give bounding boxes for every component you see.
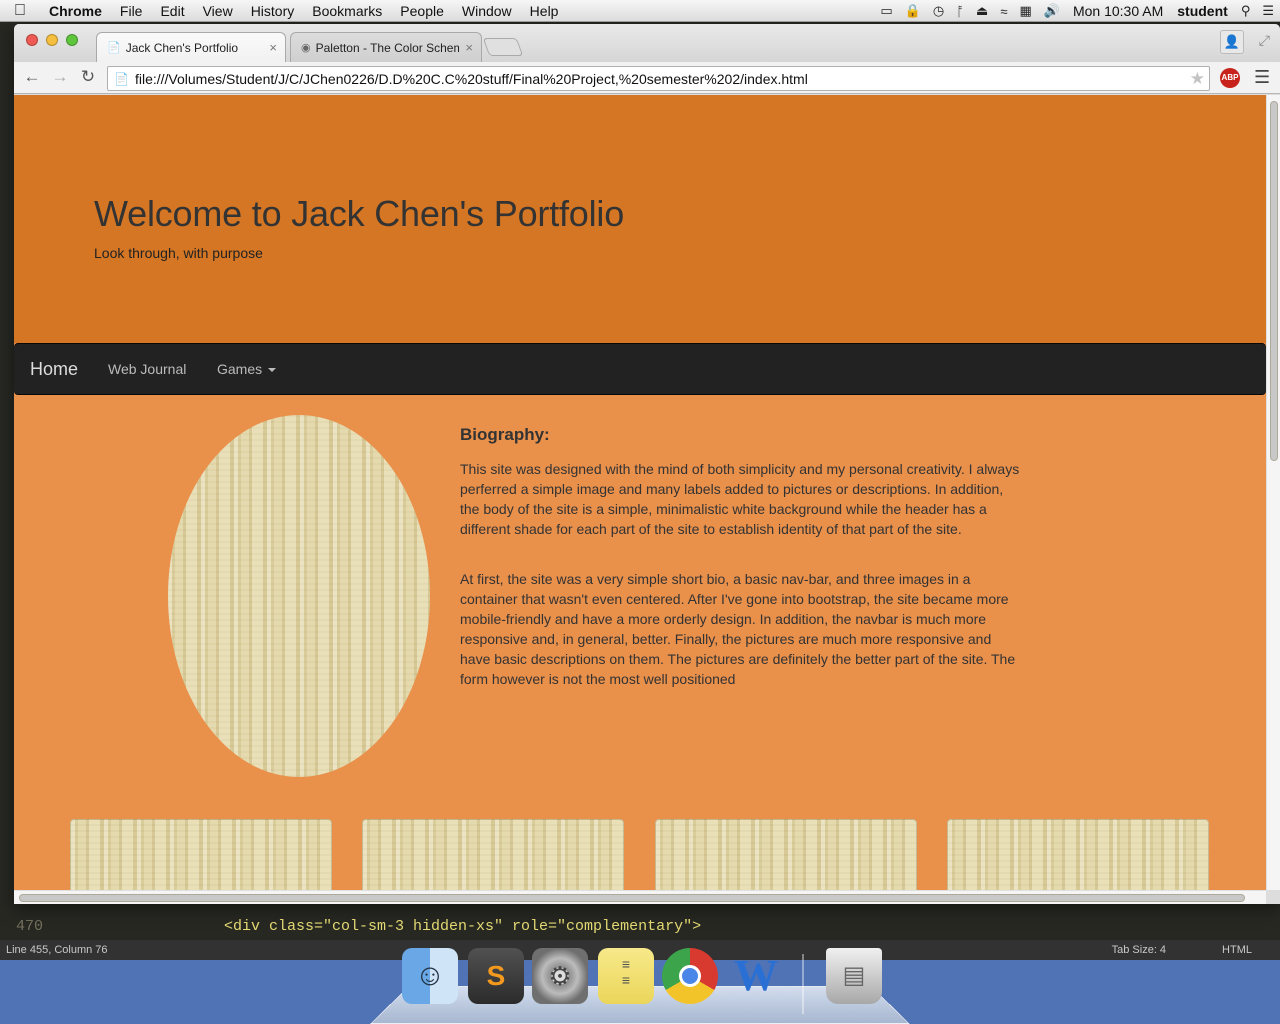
menu-history[interactable]: History: [242, 3, 304, 19]
nav-games-dropdown[interactable]: Games: [217, 361, 277, 377]
zoom-window-button[interactable]: [66, 34, 78, 46]
back-icon[interactable]: ←: [20, 67, 44, 87]
address-bar[interactable]: 📄 file:///Volumes/Student/J/C/JChen0226/…: [107, 66, 1210, 91]
lock-icon[interactable]: 🔒: [899, 3, 927, 19]
menu-view[interactable]: View: [194, 3, 242, 19]
editor-code-line: 470 <div class="col-sm-3 hidden-xs" role…: [0, 918, 1280, 938]
mac-menubar:  Chrome File Edit View History Bookmark…: [0, 0, 1280, 22]
page-subtitle: Look through, with purpose: [94, 245, 263, 261]
menubar-user[interactable]: student: [1170, 3, 1235, 19]
spotlight-search-icon[interactable]: ⚲: [1235, 3, 1257, 19]
dock-separator: [802, 954, 804, 1014]
chrome-center: [679, 965, 701, 987]
time-machine-icon[interactable]: ◷: [927, 3, 950, 19]
menu-edit[interactable]: Edit: [151, 3, 193, 19]
forward-icon[interactable]: →: [48, 67, 72, 87]
editor-line-number: 470: [16, 918, 44, 935]
nav-web-journal-link[interactable]: Web Journal: [108, 361, 186, 377]
editor-syntax[interactable]: HTML: [1222, 944, 1252, 956]
bluetooth-icon[interactable]: ᚩ: [950, 4, 970, 19]
menu-help[interactable]: Help: [521, 3, 568, 19]
editor-cursor-position: Line 455, Column 76: [6, 944, 108, 956]
horizontal-scroll-thumb[interactable]: [19, 894, 1245, 902]
sublime-text-icon[interactable]: S: [468, 948, 524, 1004]
profile-oval-image: [168, 415, 430, 777]
menubar-clock[interactable]: Mon 10:30 AM: [1066, 3, 1170, 19]
bio-paragraph-2: At first, the site was a very simple sho…: [460, 571, 1016, 687]
close-tab-icon[interactable]: ×: [465, 40, 473, 55]
stickies-icon[interactable]: ≡ ≡: [598, 948, 654, 1004]
finder-icon[interactable]: ☺: [402, 948, 458, 1004]
adblock-plus-icon[interactable]: ABP: [1220, 68, 1240, 88]
gallery-thumbnail-2[interactable]: [362, 819, 624, 890]
horizontal-scrollbar[interactable]: [14, 890, 1266, 904]
page-icon: 📄: [114, 71, 129, 86]
site-navbar: Home Web Journal Games: [14, 343, 1266, 395]
close-window-button[interactable]: [26, 34, 38, 46]
gallery-thumbnail-3[interactable]: [655, 819, 917, 890]
volume-icon[interactable]: 🔊: [1038, 3, 1066, 19]
profile-icon[interactable]: 👤: [1220, 30, 1244, 54]
airplay-icon[interactable]: ▭: [874, 3, 898, 19]
vertical-scrollbar[interactable]: [1266, 95, 1280, 890]
tab-title: Jack Chen's Portfolio: [125, 40, 239, 55]
fullscreen-icon[interactable]: ⤢: [1259, 32, 1270, 49]
gallery-thumbnail-4[interactable]: [947, 819, 1209, 890]
editor-code-text: <div class="col-sm-3 hidden-xs" role="co…: [224, 918, 702, 935]
menu-bookmarks[interactable]: Bookmarks: [303, 3, 391, 19]
page-title: Welcome to Jack Chen's Portfolio: [94, 193, 625, 234]
biography-section: Biography: This site was designed with t…: [460, 425, 1020, 719]
chrome-menu-icon[interactable]: ☰: [1254, 67, 1270, 88]
paletton-favicon-icon: ◉: [301, 42, 311, 54]
tab-title: Paletton - The Color Schem: [315, 40, 460, 55]
window-controls: [26, 34, 78, 46]
jumbotron: Welcome to Jack Chen's Portfolio Look th…: [14, 95, 1266, 343]
bio-heading: Biography:: [460, 425, 550, 444]
browser-window: 📄 Jack Chen's Portfolio × ◉ Paletton - T…: [14, 24, 1280, 904]
menu-window[interactable]: Window: [453, 3, 521, 19]
caret-down-icon: [268, 368, 277, 373]
menu-people[interactable]: People: [391, 3, 453, 19]
browser-toolbar: ← → ↻ 📄 file:///Volumes/Student/J/C/JChe…: [14, 62, 1280, 94]
trash-icon[interactable]: ▤: [826, 948, 882, 1004]
us-flag-icon[interactable]: ▦: [1013, 3, 1037, 19]
page-viewport: Welcome to Jack Chen's Portfolio Look th…: [14, 95, 1266, 890]
menubar-status-area: ▭ 🔒 ◷ ᚩ ⏏ ≈ ▦ 🔊 Mon 10:30 AM student ⚲ ☰: [874, 0, 1280, 22]
tab-strip: 📄 Jack Chen's Portfolio × ◉ Paletton - T…: [14, 24, 1280, 62]
editor-tab-size[interactable]: Tab Size: 4: [1112, 944, 1166, 956]
wifi-icon[interactable]: ≈: [994, 4, 1013, 19]
nav-games-label: Games: [217, 361, 263, 377]
nav-home-link[interactable]: Home: [30, 359, 78, 380]
url-text[interactable]: file:///Volumes/Student/J/C/JChen0226/D.…: [135, 71, 1190, 87]
minimize-window-button[interactable]: [46, 34, 58, 46]
reload-icon[interactable]: ↻: [76, 67, 100, 87]
vertical-scroll-thumb[interactable]: [1270, 101, 1278, 461]
mac-dock: ☺ S ⚙ ≡ ≡ W ▤: [370, 944, 910, 1024]
chrome-icon[interactable]: [662, 948, 718, 1004]
bookmark-star-icon[interactable]: ★: [1190, 69, 1205, 89]
apple-menu-icon[interactable]: : [0, 2, 40, 20]
new-tab-button[interactable]: [482, 38, 524, 56]
bio-paragraph-1: This site was designed with the mind of …: [460, 461, 1020, 537]
page-icon: 📄: [107, 42, 121, 54]
system-preferences-icon[interactable]: ⚙: [532, 948, 588, 1004]
eject-icon[interactable]: ⏏: [970, 3, 994, 19]
tab-portfolio[interactable]: 📄 Jack Chen's Portfolio ×: [96, 32, 286, 62]
menu-file[interactable]: File: [111, 3, 152, 19]
tab-paletton[interactable]: ◉ Paletton - The Color Schem ×: [290, 32, 482, 62]
word-icon[interactable]: W: [728, 948, 784, 1004]
gallery-thumbnail-1[interactable]: [70, 819, 332, 890]
menu-chrome[interactable]: Chrome: [40, 3, 111, 19]
notification-center-icon[interactable]: ☰: [1256, 3, 1280, 19]
close-tab-icon[interactable]: ×: [269, 40, 277, 55]
